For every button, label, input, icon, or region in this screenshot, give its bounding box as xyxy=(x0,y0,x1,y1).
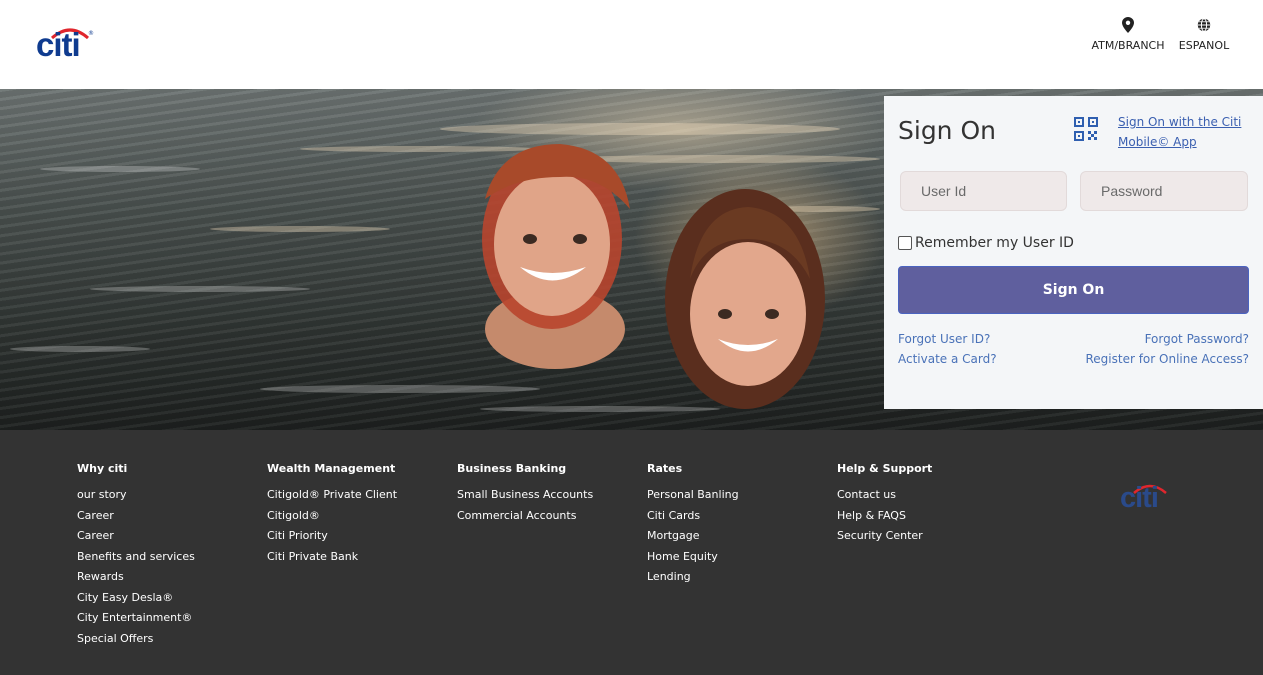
sign-on-button[interactable]: Sign On xyxy=(898,266,1249,314)
footer-link[interactable]: Citi Cards xyxy=(647,509,827,530)
footer-link[interactable]: Mortgage xyxy=(647,529,827,550)
footer-link[interactable]: City Easy Desla® xyxy=(77,591,257,612)
remember-user-id[interactable]: Remember my User ID xyxy=(898,235,1074,251)
footer-column-rates: Rates Personal Banling Citi Cards Mortga… xyxy=(647,462,827,591)
footer-heading: Help & Support xyxy=(837,462,933,475)
footer-heading: Wealth Management xyxy=(267,462,396,475)
location-pin-icon xyxy=(1122,17,1134,33)
footer-link[interactable]: Home Equity xyxy=(647,550,827,571)
sign-on-title: Sign On xyxy=(898,116,996,145)
footer-link[interactable]: Rewards xyxy=(77,570,257,591)
footer-citi-logo[interactable]: citi xyxy=(1120,481,1174,514)
hero-photo xyxy=(10,123,880,412)
footer-link[interactable]: Help & FAQS xyxy=(837,509,1017,530)
register-online-access-link[interactable]: Register for Online Access? xyxy=(1085,352,1249,366)
password-input[interactable] xyxy=(1080,171,1248,211)
footer-column-wealth-management: Wealth Management Citigold® Private Clie… xyxy=(267,462,447,570)
footer-link[interactable]: City Entertainment® xyxy=(77,611,257,632)
footer-link[interactable]: Lending xyxy=(647,570,827,591)
citi-logo[interactable]: citi ® xyxy=(36,26,96,62)
footer-link[interactable]: Career xyxy=(77,529,257,550)
footer-heading: Business Banking xyxy=(457,462,567,475)
child-right xyxy=(665,189,825,409)
site-footer: Why citi our story Career Career Benefit… xyxy=(0,430,1263,675)
logo-text: citi xyxy=(36,26,81,63)
footer-link[interactable]: Citi Private Bank xyxy=(267,550,447,571)
remember-checkbox[interactable] xyxy=(898,236,912,250)
sign-on-panel: Sign On Sign On with the Citi Mobile© Ap… xyxy=(884,96,1263,409)
forgot-user-id-link[interactable]: Forgot User ID? xyxy=(898,332,990,346)
user-id-input[interactable] xyxy=(900,171,1067,211)
logo-registered-mark: ® xyxy=(88,30,94,37)
footer-column-business-banking: Business Banking Small Business Accounts… xyxy=(457,462,637,529)
espanol-link[interactable]: ESPANOL xyxy=(1176,16,1232,56)
footer-heading: Rates xyxy=(647,462,683,475)
footer-link[interactable]: Benefits and services xyxy=(77,550,257,571)
forgot-password-link[interactable]: Forgot Password? xyxy=(1145,332,1249,346)
footer-link[interactable]: Personal Banling xyxy=(647,488,827,509)
mobile-app-sign-on-link[interactable]: Sign On with the Citi Mobile© App xyxy=(1118,112,1258,152)
footer-link[interactable]: Citigold® Private Client xyxy=(267,488,447,509)
site-header: citi ® ATM/BRANCH ESPANOL xyxy=(0,0,1263,89)
footer-link[interactable]: Commercial Accounts xyxy=(457,509,637,530)
footer-column-help-support: Help & Support Contact us Help & FAQS Se… xyxy=(837,462,1017,550)
espanol-label: ESPANOL xyxy=(1178,39,1230,52)
footer-link[interactable]: Contact us xyxy=(837,488,1017,509)
footer-link[interactable]: Security Center xyxy=(837,529,1017,550)
globe-icon xyxy=(1197,18,1211,32)
footer-logo-text: citi xyxy=(1120,482,1159,514)
footer-link[interactable]: Small Business Accounts xyxy=(457,488,637,509)
atm-branch-link[interactable]: ATM/BRANCH xyxy=(1089,16,1167,56)
remember-label: Remember my User ID xyxy=(915,235,1074,251)
footer-link[interactable]: Citigold® xyxy=(267,509,447,530)
footer-column-why-citi: Why citi our story Career Career Benefit… xyxy=(77,462,257,652)
footer-link[interactable]: our story xyxy=(77,488,257,509)
footer-link[interactable]: Special Offers xyxy=(77,632,257,653)
activate-card-link[interactable]: Activate a Card? xyxy=(898,352,997,366)
footer-heading: Why citi xyxy=(77,462,128,475)
footer-link[interactable]: Citi Priority xyxy=(267,529,447,550)
child-left xyxy=(482,144,630,369)
footer-link[interactable]: Career xyxy=(77,509,257,530)
atm-branch-label: ATM/BRANCH xyxy=(1091,39,1165,52)
qr-code-icon[interactable] xyxy=(1073,116,1099,142)
